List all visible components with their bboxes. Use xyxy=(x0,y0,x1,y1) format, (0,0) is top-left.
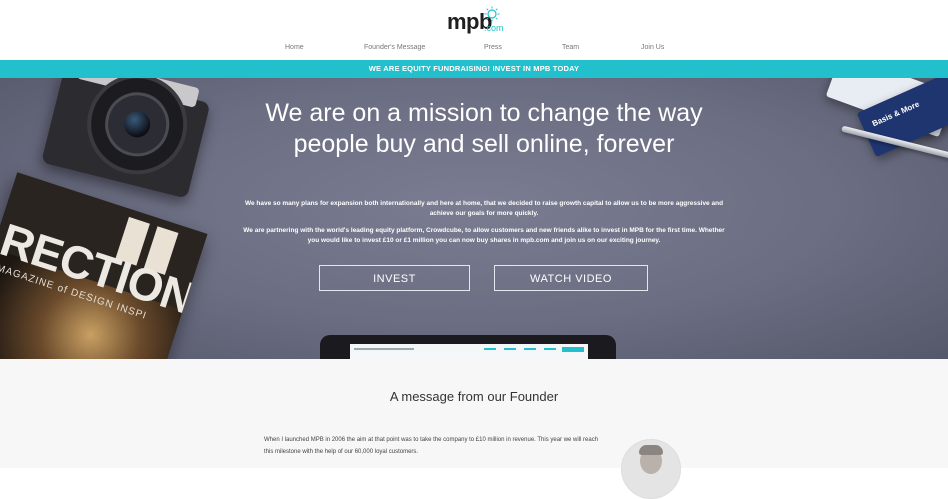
founder-avatar xyxy=(621,439,681,499)
site-header: mpb .com Home Founder's Message Press Te… xyxy=(0,0,948,60)
avatar-hair xyxy=(639,445,663,455)
hero-title: We are on a mission to change the way pe… xyxy=(265,99,703,158)
founder-section: A message from our Founder When I launch… xyxy=(0,359,948,499)
invest-button[interactable]: INVEST xyxy=(319,265,470,291)
tablet-image xyxy=(320,335,616,359)
founder-message: When I launched MPB in 2006 the aim at t… xyxy=(264,437,599,455)
camera-lens-ring xyxy=(98,85,176,164)
logo-domain: .com xyxy=(484,23,504,33)
card-text: Basis & More xyxy=(870,99,921,129)
main-nav: Home Founder's Message Press Team Join U… xyxy=(0,44,948,56)
tablet-accent xyxy=(562,347,584,352)
founder-heading: A message from our Founder xyxy=(389,389,559,404)
nav-item-team[interactable]: Team xyxy=(562,44,579,51)
hero-paragraph: We have so many plans for expansion both… xyxy=(244,200,724,217)
watch-video-button[interactable]: WATCH VIDEO xyxy=(494,265,648,291)
tablet-screen xyxy=(350,344,588,359)
camera-lens-glass xyxy=(121,108,153,141)
nav-item-join-us[interactable]: Join Us xyxy=(641,44,664,51)
hero-section: RECTIONS MAGAZINE of DESIGN INSPI Basis … xyxy=(0,78,948,359)
nav-item-home[interactable]: Home xyxy=(285,44,304,51)
tablet-nav-bar xyxy=(354,348,556,350)
nav-item-founders-message[interactable]: Founder's Message xyxy=(364,44,425,51)
fundraising-banner[interactable]: WE ARE EQUITY FUNDRAISING! INVEST IN MPB… xyxy=(0,60,948,78)
sun-logo-icon xyxy=(484,6,500,22)
hero-paragraph: We are partnering with the world's leadi… xyxy=(243,227,725,244)
nav-item-press[interactable]: Press xyxy=(484,44,502,51)
banner-text[interactable]: WE ARE EQUITY FUNDRAISING! INVEST IN MPB… xyxy=(0,64,948,73)
